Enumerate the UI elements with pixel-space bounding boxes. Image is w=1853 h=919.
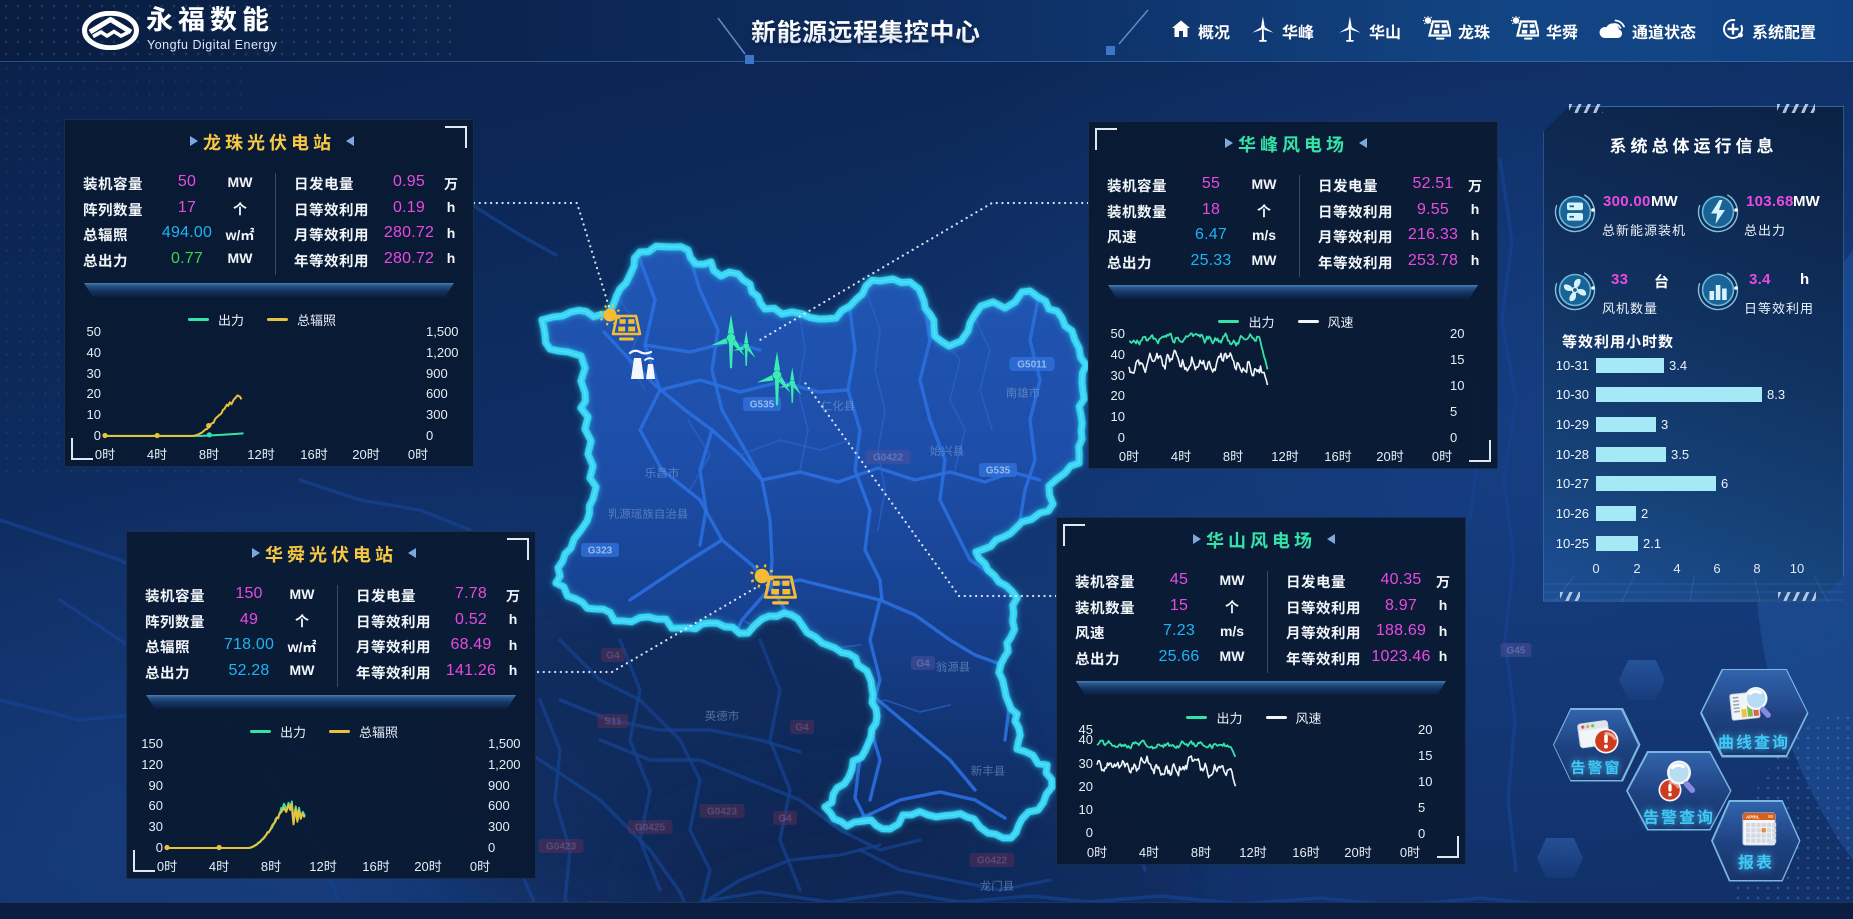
svg-text:南雄市: 南雄市 <box>1006 385 1041 401</box>
svg-text:翁源县: 翁源县 <box>936 659 971 675</box>
svg-text:APRIL: APRIL <box>1746 815 1760 820</box>
svg-text:G5011: G5011 <box>1017 360 1047 371</box>
svg-text:龙门县: 龙门县 <box>980 878 1015 894</box>
svg-text:英德市: 英德市 <box>705 708 740 724</box>
svg-text:乐昌市: 乐昌市 <box>645 465 680 481</box>
svg-text:G4: G4 <box>916 659 930 670</box>
svg-text:S11: S11 <box>604 717 622 728</box>
svg-text:G535: G535 <box>986 466 1011 477</box>
svg-text:始兴县: 始兴县 <box>930 443 965 459</box>
svg-text:G0422: G0422 <box>873 453 903 464</box>
svg-text:G323: G323 <box>588 546 613 557</box>
svg-text:G0425: G0425 <box>635 823 665 834</box>
svg-text:G535: G535 <box>750 400 775 411</box>
svg-text:G0423: G0423 <box>546 842 576 853</box>
svg-text:G0423: G0423 <box>707 807 737 818</box>
svg-text:G0422: G0422 <box>977 856 1007 867</box>
svg-text:新丰县: 新丰县 <box>971 763 1006 779</box>
svg-text:G4: G4 <box>795 723 809 734</box>
svg-text:乳源瑶族自治县: 乳源瑶族自治县 <box>608 506 689 522</box>
svg-text:G4: G4 <box>778 814 792 825</box>
svg-text:G4: G4 <box>606 651 620 662</box>
svg-text:G45: G45 <box>1507 646 1526 657</box>
